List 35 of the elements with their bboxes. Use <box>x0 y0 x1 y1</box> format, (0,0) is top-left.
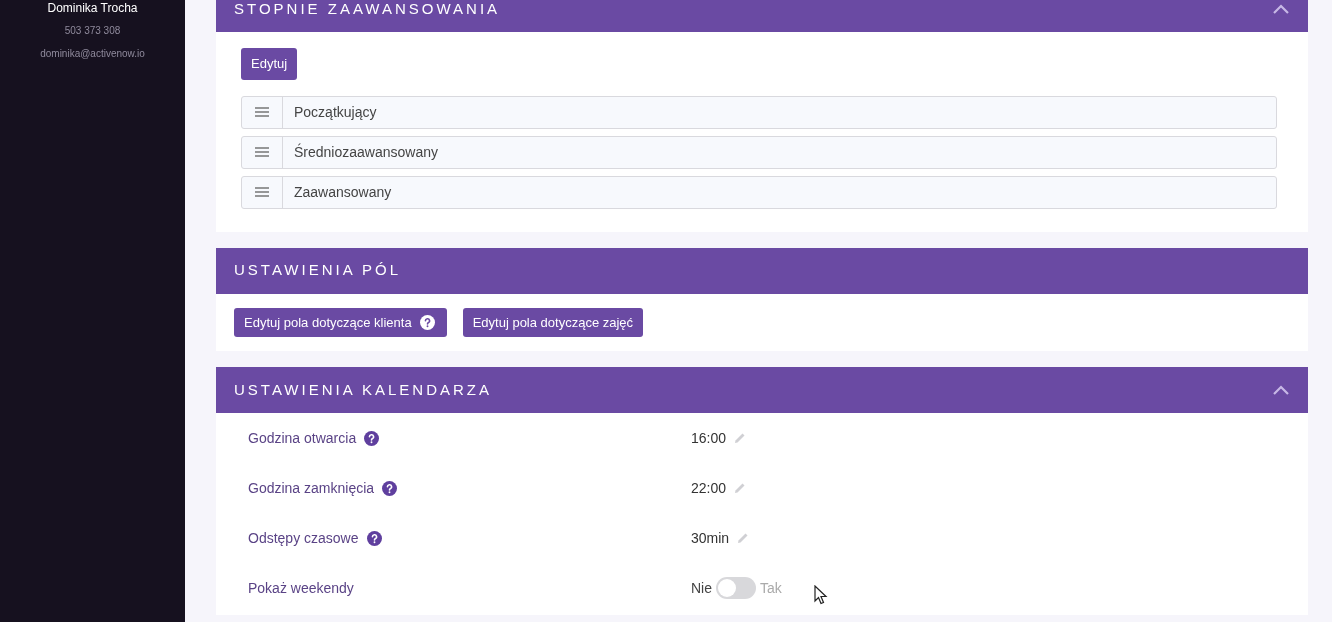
pencil-icon[interactable] <box>734 432 747 444</box>
email-address: dominika@activenow.io <box>39 47 146 61</box>
drag-handle-icon[interactable] <box>255 147 269 157</box>
drag-handle-icon[interactable] <box>255 107 269 117</box>
section-title: STOPNIE ZAAWANSOWANIA <box>234 0 501 19</box>
section-title: USTAWIENIA KALENDARZA <box>234 379 493 400</box>
edit-button[interactable]: Edytuj <box>241 48 298 80</box>
setting-label: Odstępy czasowe <box>248 528 359 548</box>
collapse-chevron-icon[interactable] <box>1272 3 1290 15</box>
help-icon[interactable] <box>366 530 382 546</box>
setting-value: 30min <box>691 528 730 548</box>
level-name: Zaawansowany <box>293 182 393 202</box>
help-icon[interactable] <box>419 314 435 330</box>
setting-value: 16:00 <box>691 428 727 448</box>
level-name: Średniozaawansowany <box>293 142 439 162</box>
edit-fields-button[interactable]: Edytuj pola dotyczące zajęć <box>462 307 644 337</box>
user-name: Dominika Trocha <box>46 0 139 17</box>
setting-label: Godzina zamknięcia <box>248 478 375 498</box>
weekend-toggle[interactable] <box>716 577 756 599</box>
level-name: Początkujący <box>293 102 378 122</box>
pencil-icon[interactable] <box>737 532 750 544</box>
phone-number: 503 373 308 <box>63 24 122 38</box>
drag-handle-icon[interactable] <box>255 187 269 197</box>
setting-label: Pokaż weekendy <box>248 578 354 598</box>
collapse-chevron-icon[interactable] <box>1272 384 1290 396</box>
toggle-off-label: Nie <box>691 578 712 598</box>
pencil-icon[interactable] <box>734 482 747 494</box>
help-icon[interactable] <box>364 430 380 446</box>
cursor-icon <box>814 585 828 605</box>
edit-fields-button[interactable]: Edytuj pola dotyczące klienta <box>234 307 447 337</box>
setting-value: 22:00 <box>691 478 727 498</box>
help-icon[interactable] <box>382 480 398 496</box>
setting-label: Godzina otwarcia <box>248 428 357 448</box>
section-title: USTAWIENIA PÓL <box>234 260 402 281</box>
toggle-on-label: Tak <box>760 578 782 598</box>
